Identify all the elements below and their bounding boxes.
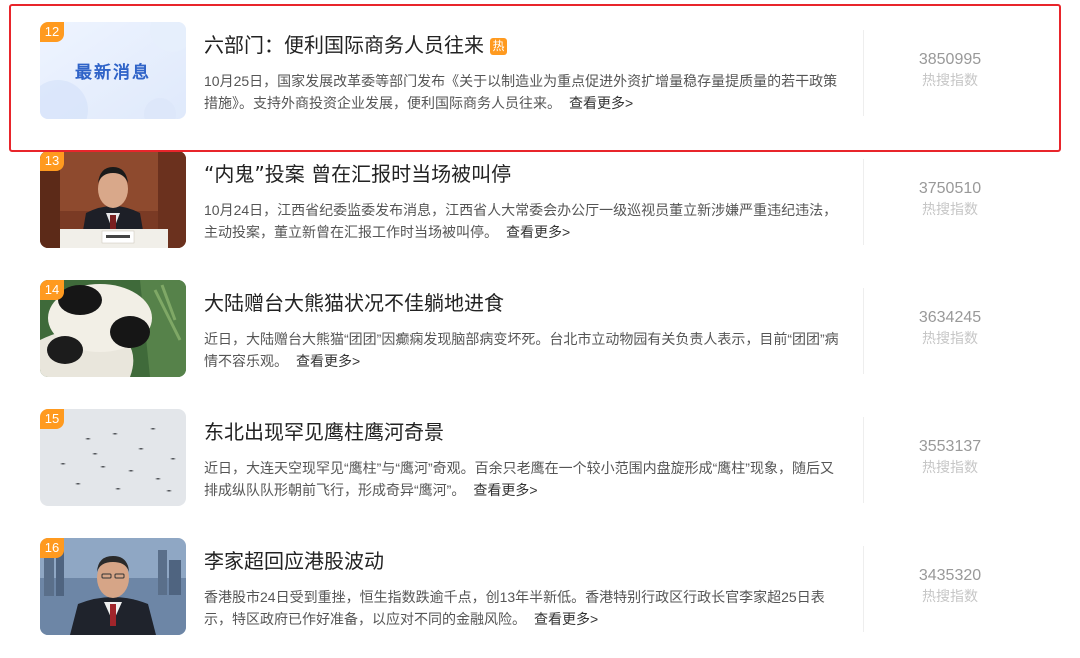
hot-index-label: 热搜指数 [922, 72, 978, 88]
item-description-text: 香港股市24日受到重挫，恒生指数跌逾千点，创13年半新低。香港特别行政区行政长官… [204, 589, 825, 627]
item-description: 近日，大连天空现罕见“鹰柱”与“鹰河”奇观。百余只老鹰在一个较小范围内盘旋形成“… [204, 457, 844, 501]
hot-search-list: 最新消息 12 六部门：便利国际商务人员往来热 10月25日，国家发展改革委等部… [0, 0, 1080, 658]
list-item: 14 大陆赠台大熊猫状况不佳躺地进食 近日，大陆赠台大熊猫“团团”因癫痫发现脑部… [0, 258, 1080, 387]
item-description-text: 10月25日，国家发展改革委等部门发布《关于以制造业为重点促进外资扩增量稳存量提… [204, 73, 838, 111]
thumbnail-official-portrait[interactable]: 16 [40, 538, 186, 635]
hot-index: 3634245 热搜指数 [880, 308, 1020, 348]
item-description: 10月24日，江西省纪委监委发布消息，江西省人大常委会办公厅一级巡视员董立新涉嫌… [204, 199, 844, 243]
thumbnail-panda[interactable]: 14 [40, 280, 186, 377]
list-item: 16 李家超回应港股波动 香港股市24日受到重挫，恒生指数跌逾千点，创13年半新… [0, 516, 1080, 645]
divider [863, 546, 864, 632]
item-title[interactable]: 六部门：便利国际商务人员往来热 [204, 31, 507, 59]
hot-index-label: 热搜指数 [922, 330, 978, 346]
divider [863, 288, 864, 374]
view-more-link[interactable]: 查看更多> [473, 482, 537, 498]
hot-index: 3435320 热搜指数 [880, 566, 1020, 606]
view-more-link[interactable]: 查看更多> [296, 353, 360, 369]
divider [863, 30, 864, 116]
hot-index-label: 热搜指数 [922, 588, 978, 604]
divider [863, 159, 864, 245]
hot-index: 3750510 热搜指数 [880, 179, 1020, 219]
item-title[interactable]: 李家超回应港股波动 [204, 547, 384, 575]
hot-tag-icon: 热 [490, 38, 507, 55]
list-item: 13 “内鬼”投案 曾在汇报时当场被叫停 10月24日，江西省纪委监委发布消息，… [0, 129, 1080, 258]
hot-index: 3850995 热搜指数 [880, 50, 1020, 90]
item-title-text[interactable]: 大陆赠台大熊猫状况不佳躺地进食 [204, 291, 504, 315]
hot-index: 3553137 热搜指数 [880, 437, 1020, 477]
view-more-link[interactable]: 查看更多> [534, 611, 598, 627]
item-title[interactable]: 东北出现罕见鹰柱鹰河奇景 [204, 418, 444, 446]
divider [863, 417, 864, 503]
hot-index-value: 3750510 [918, 180, 982, 197]
item-title[interactable]: “内鬼”投案 曾在汇报时当场被叫停 [204, 160, 511, 188]
hot-index-value: 3435320 [918, 567, 982, 584]
thumbnail-eagles[interactable]: 15 [40, 409, 186, 506]
rank-badge: 13 [40, 151, 64, 171]
hot-index-value: 3850995 [918, 51, 982, 68]
item-description: 近日，大陆赠台大熊猫“团团”因癫痫发现脑部病变坏死。台北市立动物园有关负责人表示… [204, 328, 844, 372]
rank-badge: 12 [40, 22, 64, 42]
item-description: 香港股市24日受到重挫，恒生指数跌逾千点，创13年半新低。香港特别行政区行政长官… [204, 586, 844, 630]
thumbnail-official-meeting[interactable]: 13 [40, 151, 186, 248]
list-item: 最新消息 12 六部门：便利国际商务人员往来热 10月25日，国家发展改革委等部… [0, 0, 1080, 129]
rank-badge: 16 [40, 538, 64, 558]
hot-index-label: 热搜指数 [922, 201, 978, 217]
item-title[interactable]: 大陆赠台大熊猫状况不佳躺地进食 [204, 289, 504, 317]
thumbnail-news-banner[interactable]: 最新消息 12 [40, 22, 186, 119]
hot-index-value: 3553137 [918, 438, 982, 455]
rank-badge: 14 [40, 280, 64, 300]
thumbnail-banner-text: 最新消息 [75, 63, 151, 83]
hot-index-label: 热搜指数 [922, 459, 978, 475]
rank-badge: 15 [40, 409, 64, 429]
item-description: 10月25日，国家发展改革委等部门发布《关于以制造业为重点促进外资扩增量稳存量提… [204, 70, 844, 114]
view-more-link[interactable]: 查看更多> [569, 95, 633, 111]
item-title-text[interactable]: “内鬼”投案 曾在汇报时当场被叫停 [204, 162, 511, 186]
view-more-link[interactable]: 查看更多> [506, 224, 570, 240]
hot-index-value: 3634245 [918, 309, 982, 326]
list-item: 15 东北出现罕见鹰柱鹰河奇景 近日，大连天空现罕见“鹰柱”与“鹰河”奇观。百余… [0, 387, 1080, 516]
item-title-text[interactable]: 六部门：便利国际商务人员往来 [204, 33, 484, 57]
item-title-text[interactable]: 东北出现罕见鹰柱鹰河奇景 [204, 420, 444, 444]
item-title-text[interactable]: 李家超回应港股波动 [204, 549, 384, 573]
